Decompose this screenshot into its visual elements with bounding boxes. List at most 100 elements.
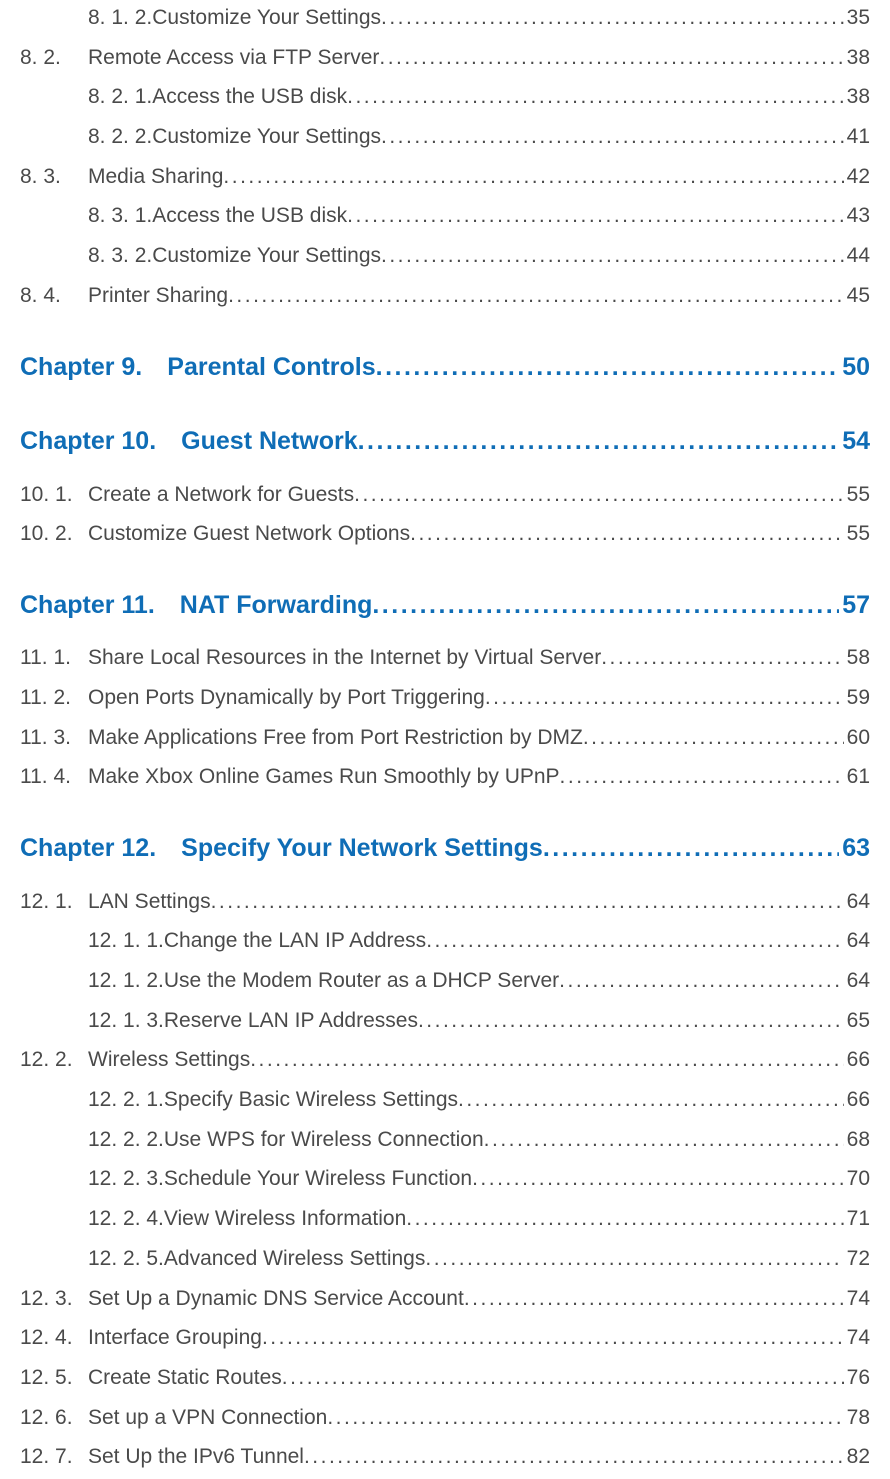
toc-entry-page: 60 (844, 720, 870, 756)
toc-entry-title: Interface Grouping (88, 1320, 262, 1356)
toc-entry-number: 12. 3. (20, 1281, 88, 1317)
toc-leader-dots: ........................................… (543, 827, 839, 870)
toc-entry-title: Customize Guest Network Options (88, 516, 410, 552)
toc-entry-page: 61 (844, 759, 870, 795)
toc-entry-subsection[interactable]: 8. 2. 2.Customize Your Settings.........… (20, 119, 870, 155)
table-of-contents: 8. 1. 2.Customize Your Settings.........… (20, 0, 870, 1475)
toc-entry-page: 70 (844, 1161, 870, 1197)
toc-entry-number: 11. 2. (20, 680, 88, 716)
toc-entry-section[interactable]: 12. 7.Set Up the IPv6 Tunnel............… (20, 1439, 870, 1475)
toc-entry-number: 8. 2. 1. (88, 79, 152, 115)
toc-leader-dots: ........................................… (406, 1201, 843, 1237)
toc-entry-page: 72 (844, 1241, 870, 1277)
toc-entry-page: 74 (844, 1281, 870, 1317)
toc-entry-section[interactable]: 12. 4.Interface Grouping................… (20, 1320, 870, 1356)
toc-entry-section[interactable]: 12. 6.Set up a VPN Connection...........… (20, 1400, 870, 1436)
toc-entry-number: 12. 7. (20, 1439, 88, 1475)
toc-entry-page: 57 (839, 584, 870, 627)
toc-entry-subsection[interactable]: 12. 2. 3.Schedule Your Wireless Function… (20, 1161, 870, 1197)
toc-entry-number: 10. 1. (20, 477, 88, 513)
toc-entry-page: 38 (844, 40, 870, 76)
toc-entry-number: 12. 5. (20, 1360, 88, 1396)
toc-entry-title: Reserve LAN IP Addresses (164, 1003, 418, 1039)
toc-entry-title: Specify Basic Wireless Settings (164, 1082, 458, 1118)
toc-leader-dots: ........................................… (354, 477, 844, 513)
toc-entry-subsection[interactable]: 12. 2. 1.Specify Basic Wireless Settings… (20, 1082, 870, 1118)
toc-leader-dots: ........................................… (358, 420, 840, 463)
toc-entry-title: Open Ports Dynamically by Port Triggerin… (88, 680, 485, 716)
toc-entry-chapter[interactable]: Chapter 12. Specify Your Network Setting… (20, 827, 870, 870)
toc-leader-dots: ........................................… (347, 198, 844, 234)
toc-entry-number: 12. 2. 3. (88, 1161, 164, 1197)
toc-entry-title: Customize Your Settings (152, 119, 381, 155)
toc-entry-title: Media Sharing (88, 159, 223, 195)
toc-entry-number: Chapter 12. (20, 827, 156, 870)
toc-entry-section[interactable]: 8. 3.Media Sharing......................… (20, 159, 870, 195)
toc-entry-chapter[interactable]: Chapter 11. NAT Forwarding..............… (20, 584, 870, 627)
toc-entry-number: 12. 2. 1. (88, 1082, 164, 1118)
toc-entry-number: 12. 1. (20, 884, 88, 920)
toc-entry-title: Make Applications Free from Port Restric… (88, 720, 583, 756)
toc-leader-dots: ........................................… (223, 159, 843, 195)
toc-entry-page: 42 (844, 159, 870, 195)
toc-entry-subsection[interactable]: 8. 3. 2.Customize Your Settings.........… (20, 238, 870, 274)
toc-entry-title: Wireless Settings (88, 1042, 250, 1078)
toc-entry-number: Chapter 10. (20, 420, 156, 463)
toc-entry-section[interactable]: 10. 1.Create a Network for Guests.......… (20, 477, 870, 513)
toc-entry-page: 55 (844, 477, 870, 513)
toc-entry-title: Access the USB disk (152, 79, 347, 115)
toc-entry-section[interactable]: 12. 1.LAN Settings......................… (20, 884, 870, 920)
toc-entry-subsection[interactable]: 12. 1. 3.Reserve LAN IP Addresses.......… (20, 1003, 870, 1039)
toc-entry-title: View Wireless Information (164, 1201, 406, 1237)
toc-entry-page: 63 (839, 827, 870, 870)
toc-entry-page: 41 (844, 119, 870, 155)
toc-entry-subsection[interactable]: 12. 2. 4.View Wireless Information......… (20, 1201, 870, 1237)
toc-leader-dots: ........................................… (458, 1082, 844, 1118)
toc-entry-subsection[interactable]: 12. 2. 2.Use WPS for Wireless Connection… (20, 1122, 870, 1158)
toc-entry-section[interactable]: 12. 3.Set Up a Dynamic DNS Service Accou… (20, 1281, 870, 1317)
toc-leader-dots: ........................................… (381, 119, 844, 155)
toc-entry-page: 35 (844, 0, 870, 36)
toc-entry-subsection[interactable]: 8. 1. 2.Customize Your Settings.........… (20, 0, 870, 36)
toc-entry-chapter[interactable]: Chapter 9. Parental Controls............… (20, 346, 870, 389)
toc-entry-title: Create Static Routes (88, 1360, 282, 1396)
toc-entry-number: 8. 3. 1. (88, 198, 152, 234)
toc-leader-dots: ........................................… (583, 720, 844, 756)
toc-leader-dots: ........................................… (601, 640, 843, 676)
toc-entry-section[interactable]: 11. 1.Share Local Resources in the Inter… (20, 640, 870, 676)
toc-entry-title: Guest Network (181, 420, 357, 463)
toc-entry-number: 12. 1. 2. (88, 963, 164, 999)
toc-leader-dots: ........................................… (485, 680, 844, 716)
toc-entry-number: 12. 2. 4. (88, 1201, 164, 1237)
toc-entry-section[interactable]: 11. 4.Make Xbox Online Games Run Smoothl… (20, 759, 870, 795)
toc-entry-section[interactable]: 8. 2.Remote Access via FTP Server.......… (20, 40, 870, 76)
toc-leader-dots: ........................................… (282, 1360, 844, 1396)
toc-entry-title: Customize Your Settings (152, 0, 381, 36)
toc-entry-section[interactable]: 8. 4.Printer Sharing....................… (20, 278, 870, 314)
toc-leader-dots: ........................................… (304, 1439, 844, 1475)
toc-entry-page: 66 (844, 1042, 870, 1078)
toc-entry-subsection[interactable]: 8. 3. 1.Access the USB disk.............… (20, 198, 870, 234)
toc-entry-number: 12. 1. 3. (88, 1003, 164, 1039)
toc-entry-number: 12. 2. 5. (88, 1241, 164, 1277)
toc-entry-number: Chapter 9. (20, 346, 142, 389)
toc-entry-subsection[interactable]: 8. 2. 1.Access the USB disk.............… (20, 79, 870, 115)
toc-entry-number: 8. 2. 2. (88, 119, 152, 155)
toc-entry-section[interactable]: 11. 3.Make Applications Free from Port R… (20, 720, 870, 756)
toc-leader-dots: ........................................… (381, 0, 844, 36)
toc-entry-subsection[interactable]: 12. 2. 5.Advanced Wireless Settings.....… (20, 1241, 870, 1277)
toc-entry-section[interactable]: 12. 5.Create Static Routes..............… (20, 1360, 870, 1396)
toc-entry-section[interactable]: 12. 2.Wireless Settings.................… (20, 1042, 870, 1078)
toc-entry-subsection[interactable]: 12. 1. 1.Change the LAN IP Address......… (20, 923, 870, 959)
toc-entry-chapter[interactable]: Chapter 10. Guest Network...............… (20, 420, 870, 463)
toc-entry-page: 43 (844, 198, 870, 234)
toc-entry-number: 8. 3. (20, 159, 88, 195)
toc-entry-section[interactable]: 11. 2.Open Ports Dynamically by Port Tri… (20, 680, 870, 716)
toc-entry-subsection[interactable]: 12. 1. 2.Use the Modem Router as a DHCP … (20, 963, 870, 999)
toc-entry-title: Change the LAN IP Address (164, 923, 426, 959)
toc-entry-title: Customize Your Settings (152, 238, 381, 274)
toc-leader-dots: ........................................… (379, 40, 843, 76)
toc-entry-section[interactable]: 10. 2.Customize Guest Network Options...… (20, 516, 870, 552)
toc-entry-page: 54 (839, 420, 870, 463)
toc-leader-dots: ........................................… (410, 516, 844, 552)
